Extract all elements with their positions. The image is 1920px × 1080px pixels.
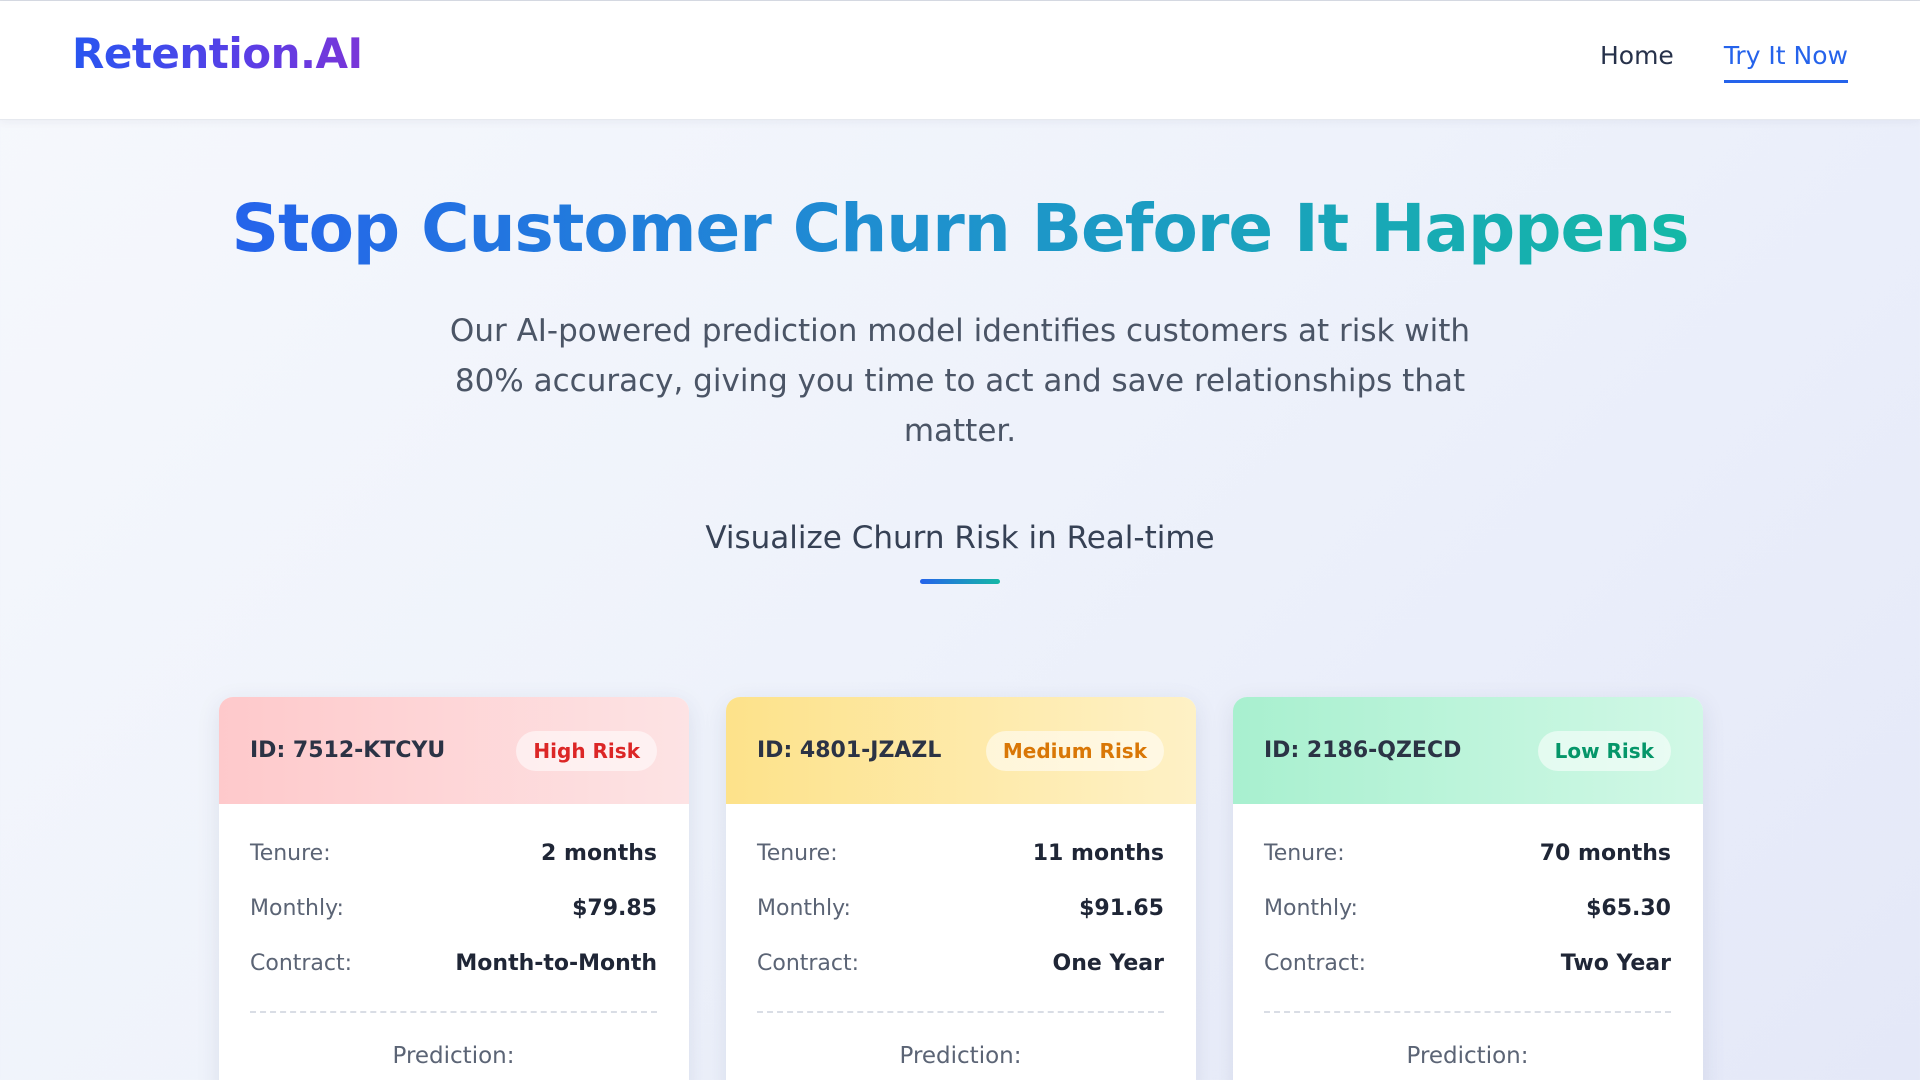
- tenure-value: 70 months: [1539, 841, 1671, 866]
- contract-row: Contract: Month-to-Month: [250, 936, 657, 991]
- customer-id: ID: 4801-JZAZL: [757, 738, 942, 763]
- contract-value: Two Year: [1560, 951, 1671, 976]
- tenure-row: Tenure: 2 months: [250, 826, 657, 881]
- contract-row: Contract: One Year: [757, 936, 1164, 991]
- contract-value: One Year: [1052, 951, 1164, 976]
- tenure-value: 2 months: [541, 841, 657, 866]
- card-header: ID: 4801-JZAZL Medium Risk: [726, 697, 1196, 804]
- contract-label: Contract:: [757, 951, 860, 976]
- section-title: Visualize Churn Risk in Real-time: [705, 520, 1215, 556]
- customer-card-high-risk[interactable]: ID: 7512-KTCYU High Risk Tenure: 2 month…: [219, 697, 689, 1080]
- customer-id: ID: 7512-KTCYU: [250, 738, 446, 763]
- monthly-value: $91.65: [1079, 896, 1164, 921]
- monthly-row: Monthly: $79.85: [250, 881, 657, 936]
- hero-title: Stop Customer Churn Before It Happens: [0, 190, 1920, 267]
- tenure-value: 11 months: [1032, 841, 1164, 866]
- contract-label: Contract:: [1264, 951, 1367, 976]
- card-body: Tenure: 70 months Monthly: $65.30 Contra…: [1233, 804, 1703, 1069]
- card-divider: [1264, 1011, 1671, 1013]
- hero-subtitle: Our AI-powered prediction model identifi…: [449, 313, 1471, 449]
- monthly-row: Monthly: $91.65: [757, 881, 1164, 936]
- contract-label: Contract:: [250, 951, 353, 976]
- card-body: Tenure: 11 months Monthly: $91.65 Contra…: [726, 804, 1196, 1069]
- card-body: Tenure: 2 months Monthly: $79.85 Contrac…: [219, 804, 689, 1069]
- tenure-label: Tenure:: [757, 841, 838, 866]
- risk-badge: Low Risk: [1537, 730, 1671, 771]
- prediction-label: Prediction:: [1406, 1043, 1529, 1069]
- risk-badge: Medium Risk: [985, 730, 1164, 771]
- card-header: ID: 7512-KTCYU High Risk: [219, 697, 689, 804]
- hero-title-text: Stop Customer Churn Before It Happens: [231, 190, 1689, 267]
- section-title-underline: [920, 579, 1000, 584]
- monthly-label: Monthly:: [250, 896, 344, 921]
- monthly-row: Monthly: $65.30: [1264, 881, 1671, 936]
- tenure-label: Tenure:: [250, 841, 331, 866]
- monthly-label: Monthly:: [1264, 896, 1358, 921]
- customer-cards: ID: 7512-KTCYU High Risk Tenure: 2 month…: [219, 697, 1703, 1080]
- main-nav: Home Try It Now: [1600, 41, 1848, 83]
- customer-card-low-risk[interactable]: ID: 2186-QZECD Low Risk Tenure: 70 month…: [1233, 697, 1703, 1080]
- contract-row: Contract: Two Year: [1264, 936, 1671, 991]
- nav-home-link[interactable]: Home: [1600, 41, 1674, 83]
- card-divider: [250, 1011, 657, 1013]
- customer-id: ID: 2186-QZECD: [1264, 738, 1462, 763]
- monthly-value: $65.30: [1586, 896, 1671, 921]
- prediction-label: Prediction:: [392, 1043, 515, 1069]
- nav-try-it-now-link[interactable]: Try It Now: [1723, 41, 1848, 83]
- tenure-row: Tenure: 11 months: [757, 826, 1164, 881]
- top-nav-bar: Retention.AI Home Try It Now: [0, 1, 1920, 120]
- card-divider: [757, 1011, 1164, 1013]
- tenure-label: Tenure:: [1264, 841, 1345, 866]
- card-header: ID: 2186-QZECD Low Risk: [1233, 697, 1703, 804]
- monthly-label: Monthly:: [757, 896, 851, 921]
- risk-badge: High Risk: [516, 730, 657, 771]
- customer-card-medium-risk[interactable]: ID: 4801-JZAZL Medium Risk Tenure: 11 mo…: [726, 697, 1196, 1080]
- contract-value: Month-to-Month: [455, 951, 657, 976]
- monthly-value: $79.85: [572, 896, 657, 921]
- prediction-label: Prediction:: [899, 1043, 1022, 1069]
- tenure-row: Tenure: 70 months: [1264, 826, 1671, 881]
- brand-logo[interactable]: Retention.AI: [72, 29, 363, 78]
